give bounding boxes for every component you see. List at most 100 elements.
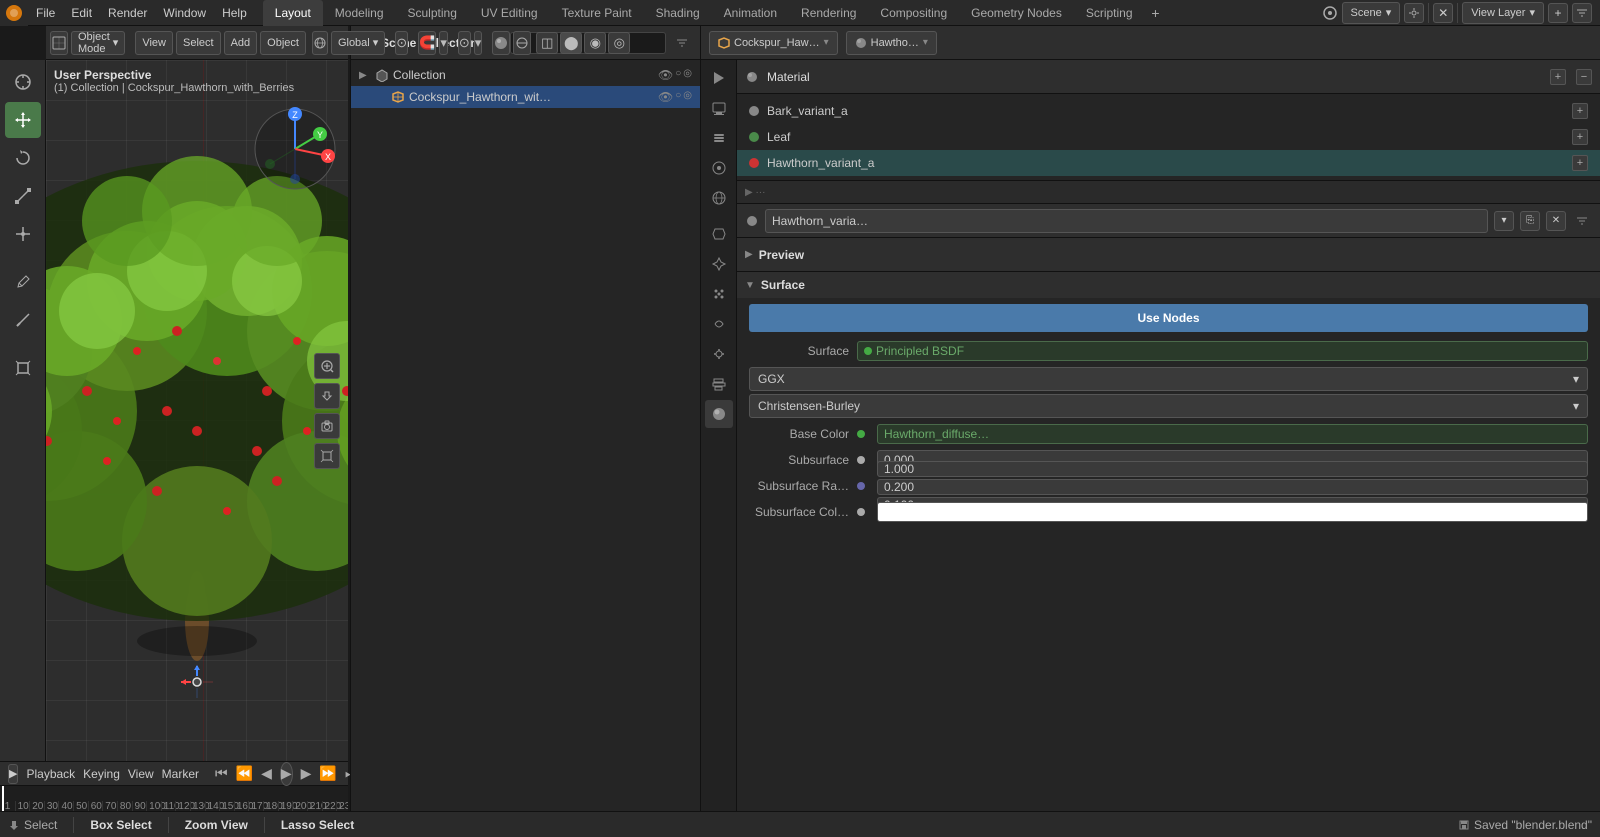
pivot-point-icon[interactable]: ⊙ bbox=[395, 31, 408, 55]
snap-dropdown[interactable]: ▾ bbox=[439, 31, 448, 55]
outliner-collection[interactable]: ▶ Collection 👁 ○ ◎ bbox=[351, 64, 700, 86]
collection-visible-icon[interactable]: 👁 bbox=[658, 68, 673, 82]
render-props-icon[interactable] bbox=[705, 64, 733, 92]
keying-label[interactable]: Keying bbox=[83, 767, 120, 781]
material-bark-variant[interactable]: Bark_variant_a + bbox=[737, 98, 1600, 124]
material-props-icon[interactable] bbox=[705, 400, 733, 428]
tree-object[interactable] bbox=[46, 111, 348, 711]
transform-orientation-dropdown[interactable]: Global ▾ bbox=[331, 31, 385, 55]
solid-shading-btn[interactable]: ⬤ bbox=[560, 32, 582, 54]
proportional-type-icon[interactable]: ▾ bbox=[474, 31, 483, 55]
data-props-icon[interactable] bbox=[705, 370, 733, 398]
ortho-button[interactable] bbox=[314, 443, 340, 469]
object-visible-icon[interactable]: 👁 bbox=[658, 90, 673, 104]
material-leaf[interactable]: Leaf + bbox=[737, 124, 1600, 150]
scale-tool[interactable] bbox=[5, 178, 41, 214]
snap-icon[interactable]: 🧲 bbox=[418, 31, 436, 55]
base-color-value[interactable]: Hawthorn_diffuse… bbox=[877, 424, 1588, 444]
move-tool[interactable] bbox=[5, 102, 41, 138]
material-slot-dropdown[interactable]: Hawtho… ▾ bbox=[846, 31, 937, 55]
material-add-slot-button[interactable]: + bbox=[1550, 69, 1566, 85]
view-layer-props-icon[interactable] bbox=[705, 124, 733, 152]
tab-geometry-nodes[interactable]: Geometry Nodes bbox=[959, 0, 1074, 26]
scene-properties-button[interactable] bbox=[1404, 3, 1424, 23]
measure-tool[interactable] bbox=[5, 302, 41, 338]
hawthorn-material-add-user[interactable]: + bbox=[1572, 155, 1588, 171]
ggx-dropdown[interactable]: GGX ▾ bbox=[749, 367, 1588, 391]
material-name-input[interactable] bbox=[765, 209, 1488, 233]
object-menu-btn[interactable]: Object bbox=[260, 31, 306, 55]
viewport-gizmo[interactable]: Z Y X bbox=[250, 104, 340, 194]
render-menu[interactable]: Render bbox=[100, 0, 155, 26]
add-menu-btn[interactable]: Add bbox=[224, 31, 258, 55]
material-link-button[interactable]: ✕ bbox=[1546, 211, 1566, 231]
material-hawthorn-variant[interactable]: Hawthorn_variant_a + bbox=[737, 150, 1600, 176]
tab-compositing[interactable]: Compositing bbox=[868, 0, 959, 26]
output-props-icon[interactable] bbox=[705, 94, 733, 122]
object-render-icon[interactable]: ◎ bbox=[683, 90, 692, 104]
scene-props-icon[interactable] bbox=[705, 154, 733, 182]
jump-next-keyframe-button[interactable]: ⏩ bbox=[319, 764, 336, 784]
surface-shader-value[interactable]: Principled BSDF bbox=[857, 341, 1588, 361]
world-props-icon[interactable] bbox=[705, 184, 733, 212]
add-cube-tool[interactable] bbox=[5, 350, 41, 386]
play-backwards-button[interactable]: ◀ bbox=[261, 764, 272, 784]
constraints-props-icon[interactable] bbox=[705, 340, 733, 368]
leaf-material-add-user[interactable]: + bbox=[1572, 129, 1588, 145]
surface-section-header[interactable]: ▼ Surface bbox=[737, 272, 1600, 298]
object-mode-dropdown[interactable]: Object Mode ▾ bbox=[71, 31, 125, 55]
tab-uv-editing[interactable]: UV Editing bbox=[469, 0, 550, 26]
timeline-editor-type-button[interactable]: ▶ bbox=[8, 764, 18, 784]
help-menu[interactable]: Help bbox=[214, 0, 255, 26]
viewport-3d[interactable]: User Perspective (1) Collection | Cocksp… bbox=[46, 60, 348, 761]
view-label[interactable]: View bbox=[128, 767, 154, 781]
material-slots-expand[interactable]: ▶ ··· bbox=[737, 180, 1600, 204]
view-layer-options-button[interactable] bbox=[1572, 3, 1592, 23]
marker-label[interactable]: Marker bbox=[162, 767, 199, 781]
select-menu-btn[interactable]: Select bbox=[176, 31, 221, 55]
tab-modeling[interactable]: Modeling bbox=[323, 0, 396, 26]
timeline-playhead[interactable] bbox=[2, 786, 4, 812]
material-copy-button[interactable]: ⎘ bbox=[1520, 211, 1540, 231]
view-layer-selector[interactable]: View Layer ▾ bbox=[1462, 2, 1544, 24]
blender-logo[interactable] bbox=[0, 0, 28, 26]
view-menu[interactable]: View bbox=[135, 31, 173, 55]
tab-rendering[interactable]: Rendering bbox=[789, 0, 868, 26]
collection-viewport-icon[interactable]: ○ bbox=[675, 68, 681, 82]
material-browse-button[interactable]: ▾ bbox=[1494, 211, 1514, 231]
physics-props-icon[interactable] bbox=[705, 310, 733, 338]
subsurface-g-input[interactable]: 0.200 bbox=[877, 479, 1588, 495]
rendered-shading-btn[interactable]: ◎ bbox=[608, 32, 630, 54]
pan-button[interactable] bbox=[314, 383, 340, 409]
tab-texture-paint[interactable]: Texture Paint bbox=[550, 0, 644, 26]
window-menu[interactable]: Window bbox=[155, 0, 214, 26]
subsurface-color-value[interactable] bbox=[877, 502, 1588, 522]
object-viewport-icon[interactable]: ○ bbox=[675, 90, 681, 104]
annotate-tool[interactable] bbox=[5, 264, 41, 300]
collection-render-icon[interactable]: ◎ bbox=[683, 68, 692, 82]
rotate-tool[interactable] bbox=[5, 140, 41, 176]
play-forward-button[interactable]: ▶ bbox=[301, 764, 312, 784]
scene-selector[interactable]: Scene ▾ bbox=[1342, 2, 1401, 24]
outliner-filter-button[interactable] bbox=[672, 33, 692, 53]
outliner-object[interactable]: Cockspur_Hawthorn_wit… 👁 ○ ◎ bbox=[351, 86, 700, 108]
play-button[interactable]: ▶ bbox=[280, 762, 293, 786]
playback-label[interactable]: Playback bbox=[26, 767, 75, 781]
preview-section[interactable]: ▶ Preview bbox=[737, 238, 1600, 272]
use-nodes-button[interactable]: Use Nodes bbox=[749, 304, 1588, 332]
zoom-in-button[interactable] bbox=[314, 353, 340, 379]
material-shading-btn[interactable]: ◉ bbox=[584, 32, 606, 54]
add-workspace-button[interactable]: + bbox=[1145, 2, 1167, 24]
editor-type-button[interactable] bbox=[50, 31, 68, 55]
view-layer-add-button[interactable]: + bbox=[1548, 3, 1568, 23]
particles-props-icon[interactable] bbox=[705, 280, 733, 308]
timeline-track[interactable]: 1 10 20 30 40 50 60 70 80 90 100 110 120… bbox=[0, 786, 348, 812]
subsurface-r-input[interactable]: 1.000 bbox=[877, 461, 1588, 477]
xray-icon[interactable]: ◫ bbox=[536, 32, 558, 54]
tab-shading[interactable]: Shading bbox=[644, 0, 712, 26]
tab-animation[interactable]: Animation bbox=[712, 0, 789, 26]
file-menu[interactable]: File bbox=[28, 0, 63, 26]
modifier-props-icon[interactable] bbox=[705, 250, 733, 278]
material-object-dropdown[interactable]: Cockspur_Haw… ▾ bbox=[709, 31, 838, 55]
bark-material-add-user[interactable]: + bbox=[1572, 103, 1588, 119]
